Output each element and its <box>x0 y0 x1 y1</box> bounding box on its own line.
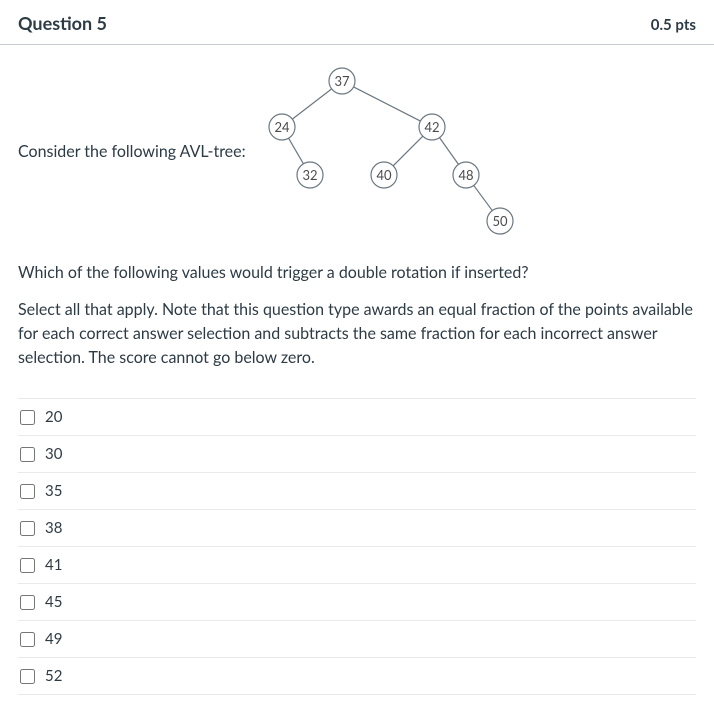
tree-edge <box>353 87 420 121</box>
answer-label[interactable]: 41 <box>45 556 62 574</box>
answer-label[interactable]: 20 <box>45 408 62 426</box>
question-title: Question 5 <box>18 12 107 34</box>
tree-edge <box>473 185 492 210</box>
tree-node-label: 40 <box>376 167 392 183</box>
answer-checkbox[interactable] <box>20 595 35 610</box>
tree-edge <box>393 136 423 166</box>
question-body: Consider the following AVL-tree: 3724423… <box>0 45 714 713</box>
tree-node-label: 37 <box>334 73 350 89</box>
question-header: Question 5 0.5 pts <box>0 0 714 45</box>
tree-node-label: 32 <box>302 167 317 183</box>
answer-option[interactable]: 38 <box>18 510 696 547</box>
prompt-question: Which of the following values would trig… <box>18 263 696 282</box>
answer-option[interactable]: 52 <box>18 658 696 695</box>
answer-checkbox[interactable] <box>20 410 35 425</box>
prompt-row: Consider the following AVL-tree: 3724423… <box>18 63 696 239</box>
answer-label[interactable]: 52 <box>45 667 62 685</box>
answer-checkbox[interactable] <box>20 669 35 684</box>
prompt-lead: Consider the following AVL-tree: <box>18 142 246 161</box>
answer-label[interactable]: 49 <box>45 630 62 648</box>
answer-checkbox[interactable] <box>20 447 35 462</box>
answer-checkbox[interactable] <box>20 632 35 647</box>
answer-label[interactable]: 38 <box>45 519 62 537</box>
answer-option[interactable]: 30 <box>18 436 696 473</box>
tree-node-label: 24 <box>274 119 290 135</box>
avl-tree-svg: 37 24 42 32 40 48 50 <box>252 63 522 239</box>
answer-option[interactable]: 49 <box>18 621 696 658</box>
answer-option[interactable]: 45 <box>18 584 696 621</box>
answer-option[interactable]: 41 <box>18 547 696 584</box>
answer-option[interactable]: 35 <box>18 473 696 510</box>
tree-edge <box>288 138 303 164</box>
tree-node-label: 42 <box>424 119 439 135</box>
answer-list: 20 30 35 38 41 45 49 52 <box>18 398 696 695</box>
tree-node-label: 48 <box>458 167 473 183</box>
question-points: 0.5 pts <box>651 16 696 34</box>
tree-edge <box>439 138 458 165</box>
answer-label[interactable]: 45 <box>45 593 62 611</box>
answer-label[interactable]: 35 <box>45 482 62 500</box>
tree-node-label: 50 <box>492 213 508 229</box>
answer-checkbox[interactable] <box>20 558 35 573</box>
answer-checkbox[interactable] <box>20 521 35 536</box>
answer-label[interactable]: 30 <box>45 445 62 463</box>
avl-tree-figure: 37 24 42 32 40 48 50 <box>252 63 522 239</box>
tree-edge <box>292 89 331 119</box>
answer-checkbox[interactable] <box>20 484 35 499</box>
answer-option[interactable]: 20 <box>18 399 696 436</box>
prompt-note: Select all that apply. Note that this qu… <box>18 298 696 370</box>
